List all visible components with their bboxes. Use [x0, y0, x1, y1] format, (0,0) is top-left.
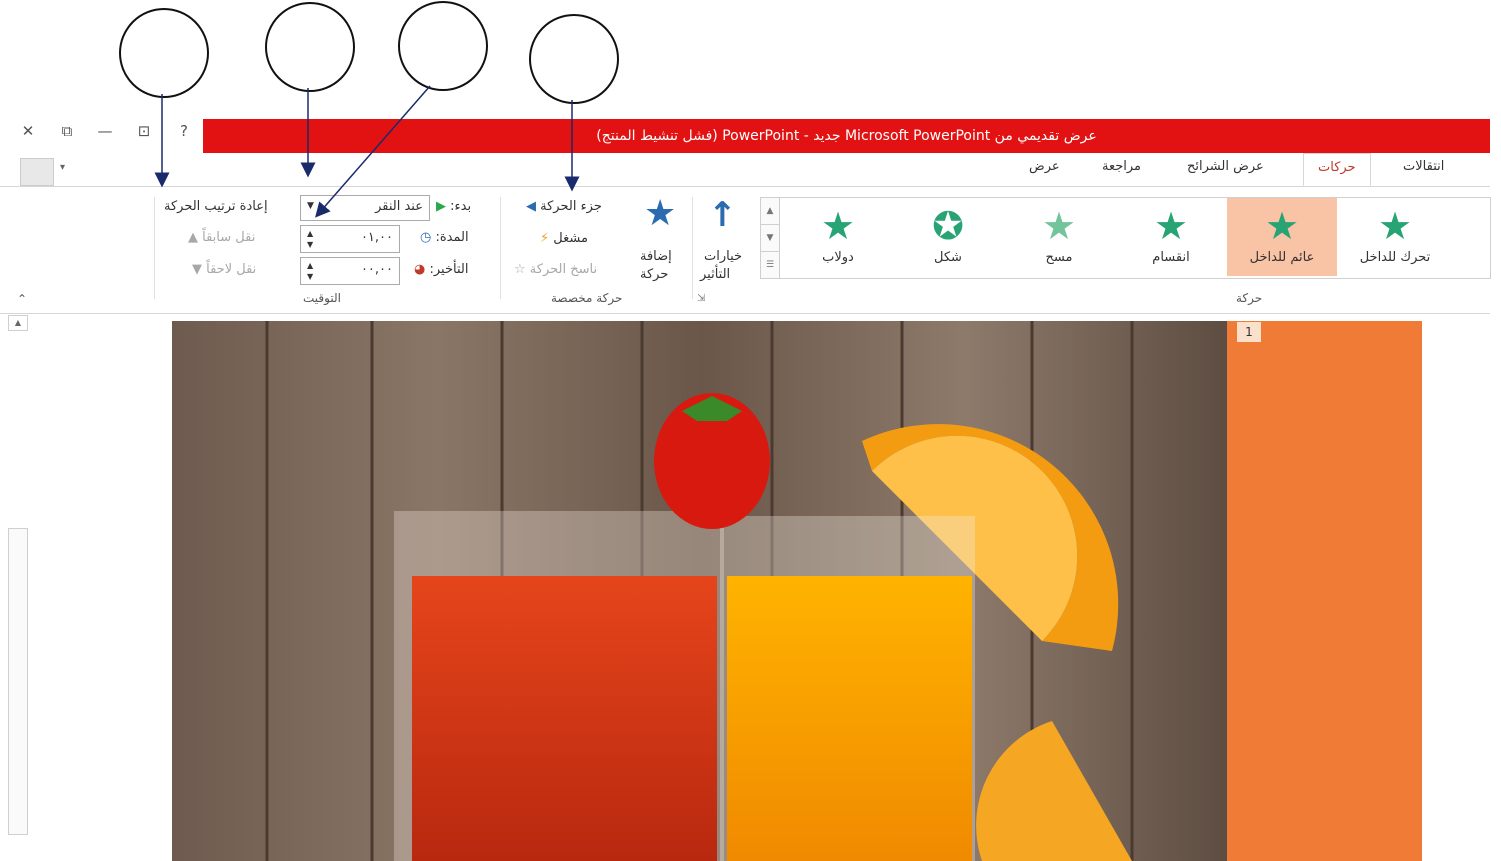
clock-icon: ◷: [420, 230, 432, 245]
gallery-item-label: مسح: [1045, 250, 1073, 265]
animation-pane-label: جزء الحركة: [540, 199, 602, 214]
star-icon: ★: [1041, 204, 1077, 248]
minimize-icon[interactable]: —: [95, 122, 115, 140]
triangle-up-icon: ▲: [188, 230, 198, 245]
gallery-more-button[interactable]: ☰: [760, 251, 780, 279]
window-title-bar: عرض تقديمي من Microsoft PowerPoint جديد …: [203, 119, 1490, 153]
callout-circle-1: [119, 8, 209, 98]
callout-circle-4: [529, 14, 619, 104]
chevron-down-icon: ▼: [307, 201, 314, 211]
gallery-item-split[interactable]: ★ انقسام: [1116, 198, 1226, 276]
callout-circle-2: [265, 2, 355, 92]
effect-options-label-1: خيارات: [704, 249, 743, 264]
gallery-item-label: شكل: [934, 250, 962, 265]
star-icon: ★: [1377, 204, 1413, 248]
callout-circle-3: [398, 1, 488, 91]
delay-spinner[interactable]: ٠٠,٠٠ ▲ ▼: [300, 257, 400, 285]
spinner-icon: ▲ ▼: [307, 261, 314, 281]
ribbon-separator: [500, 197, 501, 299]
tab-animations[interactable]: حركات: [1303, 153, 1371, 186]
collapse-ribbon-icon[interactable]: ⌃: [17, 292, 27, 306]
add-star-icon: ★: [644, 193, 677, 234]
painter-icon: ☆: [514, 262, 526, 277]
tab-review[interactable]: مراجعة: [1102, 159, 1141, 174]
animation-painter-label: ناسخ الحركة: [529, 262, 598, 277]
gallery-item-wipe[interactable]: ★ مسح: [1004, 198, 1114, 276]
dialog-launcher-icon[interactable]: ⇲: [697, 293, 705, 304]
star-icon: ★: [1153, 204, 1189, 248]
group-label-animation: حركة: [1236, 291, 1263, 305]
close-icon[interactable]: ✕: [18, 122, 38, 140]
star-icon: ★: [820, 204, 856, 248]
ribbon-separator: [692, 197, 693, 299]
group-label-timing: التوقيت: [303, 291, 341, 305]
delay-icon: ◕: [414, 262, 426, 277]
gallery-item-label: دولاب: [822, 250, 854, 265]
gallery-item-label: انقسام: [1152, 250, 1190, 265]
window-title: عرض تقديمي من Microsoft PowerPoint جديد …: [596, 128, 1097, 144]
start-value: عند النقر: [375, 199, 423, 214]
move-earlier-button[interactable]: نقل سابقاً ▲: [188, 230, 255, 245]
help-icon[interactable]: ?: [174, 122, 194, 140]
vertical-scrollbar[interactable]: [8, 528, 28, 835]
delay-value: ٠٠,٠٠: [360, 262, 393, 277]
star-icon: ✪: [932, 204, 964, 248]
start-dropdown[interactable]: عند النقر ▼: [300, 195, 430, 221]
trigger-label: مشغل: [553, 231, 588, 246]
juice-photo: [172, 321, 1230, 861]
duration-label: المدة: ◷: [420, 230, 469, 245]
gallery-item-shape[interactable]: ✪ شكل: [893, 198, 1003, 276]
gallery-item-float-in[interactable]: ★ عائم للداخل: [1227, 198, 1337, 276]
gallery-item-label: تحرك للداخل: [1359, 250, 1431, 265]
spinner-icon: ▲ ▼: [307, 229, 314, 249]
animation-painter-button[interactable]: ناسخ الحركة ☆: [514, 262, 597, 277]
add-animation-label-1: إضافة: [640, 249, 672, 264]
animation-pane-button[interactable]: جزء الحركة ◀: [526, 199, 602, 214]
duration-value: ٠١,٠٠: [360, 230, 393, 245]
delay-label: التأخير: ◕: [414, 262, 469, 277]
gallery-item-label: عائم للداخل: [1249, 250, 1315, 265]
gallery-item-fly-in[interactable]: ★ تحرك للداخل: [1340, 198, 1450, 276]
animation-pane-icon: ◀: [526, 199, 536, 214]
slide-thumbnail[interactable]: [1227, 321, 1422, 861]
tab-view[interactable]: عرض: [1029, 159, 1060, 174]
gallery-scroll-down[interactable]: ▼: [760, 224, 780, 252]
restore-icon[interactable]: ⧉: [57, 122, 77, 140]
effect-options-label-2: التأثير: [700, 267, 731, 282]
slide-image[interactable]: [172, 321, 1230, 861]
group-label-advanced-animation: حركة مخصصة: [551, 291, 623, 305]
tab-slide-show[interactable]: عرض الشرائح: [1187, 159, 1264, 174]
scroll-up-button[interactable]: ▲: [8, 315, 28, 331]
effect-options-button[interactable]: ↑ خيارات التأثير: [698, 193, 756, 283]
add-animation-label-2: حركة: [640, 267, 669, 282]
duration-spinner[interactable]: ٠١,٠٠ ▲ ▼: [300, 225, 400, 253]
ribbon-display-options-icon[interactable]: ⊡: [134, 122, 154, 140]
ribbon: ★ تحرك للداخل ★ عائم للداخل ★ انقسام ★ م…: [0, 186, 1491, 314]
ribbon-tabs: انتقالات حركات عرض الشرائح مراجعة عرض: [0, 153, 1490, 186]
slide-number-badge: 1: [1237, 322, 1261, 342]
gallery-scroll-up[interactable]: ▲: [760, 197, 780, 225]
animation-gallery: ★ تحرك للداخل ★ عائم للداخل ★ انقسام ★ م…: [779, 197, 1491, 279]
ribbon-separator: [154, 197, 155, 299]
move-later-button[interactable]: نقل لاحقاً ▼: [192, 262, 256, 277]
triangle-down-icon: ▼: [192, 262, 202, 277]
start-label: بدء: ▶: [436, 199, 472, 214]
star-icon: ★: [1264, 204, 1300, 248]
trigger-button[interactable]: مشغل ⚡: [540, 231, 588, 246]
reorder-animation-title: إعادة ترتيب الحركة: [164, 199, 268, 214]
arrow-up-icon: ↑: [708, 195, 737, 235]
lightning-icon: ⚡: [540, 231, 550, 246]
add-animation-button[interactable]: ★ إضافة حركة: [636, 193, 686, 283]
gallery-item-wheel[interactable]: ★ دولاب: [783, 198, 893, 276]
tab-transitions[interactable]: انتقالات: [1403, 159, 1444, 174]
